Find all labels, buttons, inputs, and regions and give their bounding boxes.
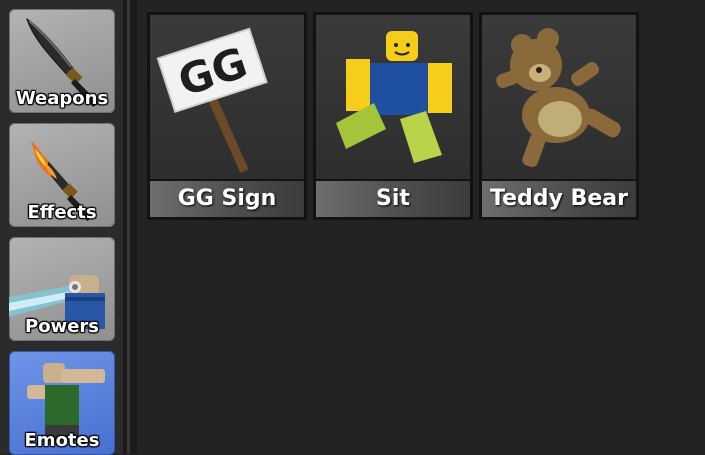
category-label: Effects [27, 202, 97, 223]
category-effects[interactable]: Effects [9, 123, 115, 227]
item-card-gg-sign[interactable]: GG GG Sign [147, 12, 307, 220]
item-label: GG Sign [150, 181, 304, 217]
item-label: Sit [316, 181, 470, 217]
item-label: Teddy Bear [482, 181, 636, 217]
category-label: Emotes [24, 430, 100, 451]
category-sidebar: Weapons Effects Powers Emotes [0, 0, 123, 455]
gg-sign-icon: GG [150, 15, 304, 179]
teddy-bear-icon [482, 15, 636, 179]
category-label: Powers [25, 316, 99, 337]
item-card-teddy-bear[interactable]: Teddy Bear [479, 12, 639, 220]
category-emotes[interactable]: Emotes [9, 351, 115, 455]
category-powers[interactable]: Powers [9, 237, 115, 341]
panel-divider [123, 0, 137, 454]
sitting-figure-icon [316, 15, 470, 179]
category-label: Weapons [15, 88, 109, 109]
category-weapons[interactable]: Weapons [9, 9, 115, 113]
item-card-sit[interactable]: Sit [313, 12, 473, 220]
gg-sign-text: GG [172, 38, 253, 106]
